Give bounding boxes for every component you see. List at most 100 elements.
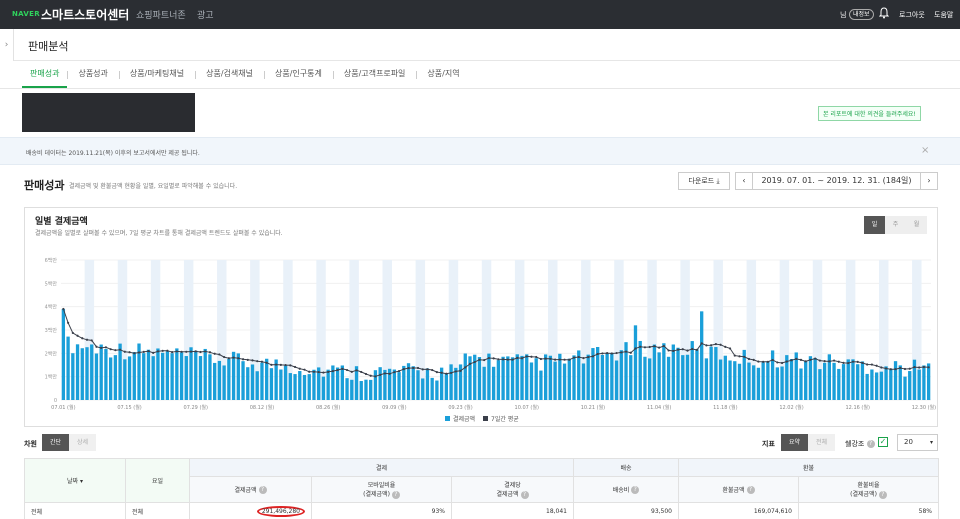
app-title[interactable]: 스마트스토어센터	[41, 6, 129, 23]
emphasis-checkbox[interactable]: ✓	[878, 437, 888, 447]
avg-point	[662, 344, 665, 348]
period-month[interactable]: 월	[906, 216, 927, 234]
bar	[643, 356, 647, 400]
help-icon[interactable]: ?	[866, 440, 875, 448]
bar	[340, 365, 344, 400]
tab-product-marketing-channel[interactable]: 상품/마케팅채널	[118, 62, 195, 88]
metric-all[interactable]: 전체	[808, 434, 835, 451]
avg-point	[795, 357, 798, 360]
avg-point	[577, 355, 580, 359]
bar	[695, 349, 699, 400]
avg-point	[790, 359, 793, 362]
help-icon[interactable]: ?	[878, 490, 887, 499]
dimension-detail[interactable]: 상세	[69, 434, 96, 451]
bar	[231, 351, 236, 400]
avg-point	[856, 360, 859, 363]
close-icon[interactable]: ×	[921, 145, 929, 156]
help-link[interactable]: 도움말	[934, 10, 953, 20]
avg-point	[624, 350, 628, 353]
cell-weekday: 전체	[125, 502, 190, 519]
avg-point	[582, 357, 585, 360]
avg-point	[468, 362, 472, 366]
notice-message: 배송비 데이터는 2019.11.21(목) 이후의 보고서에서만 제공 됩니다…	[26, 150, 200, 157]
cell-pay-amount: 291,496,280	[189, 502, 312, 519]
daily-payment-chart-card: 일별 결제금액 결제금액을 일별로 살펴볼 수 있으며, 7일 평균 차트를 통…	[24, 207, 938, 427]
bar	[756, 367, 761, 400]
tab-product-search-channel[interactable]: 상품/검색채널	[195, 62, 264, 88]
bar	[416, 370, 420, 400]
x-tick-label: 09.23 (월)	[448, 404, 472, 411]
col-group-payment: 결제	[189, 458, 574, 477]
avg-point	[544, 357, 547, 360]
nav-ads[interactable]: 광고	[197, 8, 214, 21]
help-icon[interactable]: ?	[391, 490, 400, 499]
nav-shopping-partner-zone[interactable]: 쇼핑파트너존	[136, 8, 186, 21]
tab-product-customer-profile[interactable]: 상품/고객프로파일	[332, 62, 417, 88]
avg-point	[114, 349, 117, 352]
sidebar-expand-button[interactable]: ›	[0, 29, 14, 61]
bar	[889, 369, 893, 400]
avg-point	[407, 366, 410, 370]
help-icon[interactable]: ?	[746, 486, 755, 495]
avg-point	[927, 366, 930, 369]
bar	[321, 376, 326, 400]
avg-point	[516, 356, 519, 359]
bar	[851, 359, 855, 400]
bar	[600, 354, 605, 400]
bar	[165, 351, 170, 400]
avg-point	[473, 360, 476, 364]
avg-point	[289, 364, 292, 367]
section-description: 결제금액 및 환불금액 현황을 일별, 요일별로 파악해볼 수 있습니다.	[69, 183, 238, 190]
bar	[184, 356, 188, 400]
help-icon[interactable]: ?	[520, 490, 529, 499]
bar	[860, 361, 865, 400]
avg-point	[828, 360, 831, 363]
metric-summary[interactable]: 요약	[781, 434, 808, 451]
date-next-button[interactable]: ›	[920, 172, 938, 190]
naver-logo[interactable]: NAVER	[12, 10, 40, 18]
bar	[279, 369, 283, 400]
date-range-picker[interactable]: 2019. 07. 01. ~ 2019. 12. 31. (184일)	[753, 172, 920, 190]
chevron-down-icon: ▾	[929, 439, 933, 446]
bar	[652, 344, 657, 400]
col-mobile-ratio-label: 모바일비율 (결제금액)	[363, 482, 396, 499]
tab-product-region[interactable]: 상품/지역	[416, 62, 470, 88]
bar	[99, 344, 103, 400]
period-week[interactable]: 주	[885, 216, 906, 234]
avg-point	[525, 355, 528, 358]
my-info-badge[interactable]: 내정보	[849, 9, 874, 20]
col-ship-fee-label: 배송비	[612, 486, 630, 494]
daily-payment-chart: 0 1백만 2백만 3백만 4백만 5백만 6백만 07.01 (월) 07.15 (월) 07.…	[45, 257, 937, 423]
tab-product-demographics[interactable]: 상품/인구통계	[263, 62, 333, 88]
period-day[interactable]: 일	[864, 216, 885, 234]
download-button[interactable]: 다운로드 ⤓	[678, 172, 730, 190]
rows-per-page-select[interactable]: 20 ▾	[897, 434, 938, 451]
bar	[85, 347, 89, 400]
avg-point	[95, 345, 98, 348]
bar	[208, 354, 212, 400]
tab-product-performance[interactable]: 상품성과	[67, 62, 118, 88]
avg-point	[752, 358, 755, 361]
col-date[interactable]: 날짜 ▾	[24, 458, 126, 503]
dimension-toggle: 간단 상세	[42, 434, 96, 451]
bar	[454, 367, 458, 400]
tab-sales-performance[interactable]: 판매성과	[22, 62, 68, 88]
avg-point	[85, 338, 89, 341]
bell-icon[interactable]	[878, 7, 890, 21]
avg-point	[511, 358, 514, 361]
avg-point	[733, 354, 736, 357]
avg-point	[818, 359, 821, 362]
logout-link[interactable]: 로그아웃	[899, 10, 925, 20]
bar	[66, 336, 70, 400]
avg-point	[497, 358, 500, 361]
date-prev-button[interactable]: ‹	[735, 172, 753, 190]
dimension-simple[interactable]: 간단	[42, 434, 69, 451]
bar	[685, 354, 690, 400]
help-icon[interactable]: ?	[258, 486, 267, 495]
legend-swatch-average	[483, 416, 488, 421]
feedback-button[interactable]: 본 리포트에 대한 의견을 들려주세요!	[818, 106, 921, 121]
x-tick-label: 08.26 (월)	[316, 404, 340, 411]
bar	[525, 354, 529, 400]
bar	[562, 363, 567, 400]
help-icon[interactable]: ?	[631, 486, 640, 495]
